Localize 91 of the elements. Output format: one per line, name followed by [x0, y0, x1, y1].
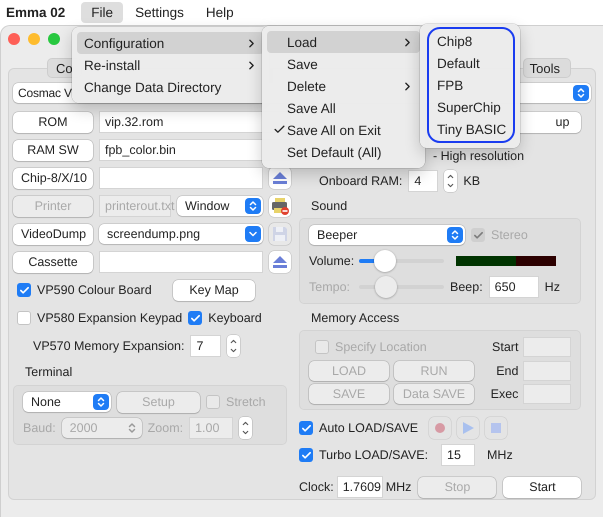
unit-label: KB — [463, 174, 480, 188]
record-button[interactable] — [429, 417, 451, 439]
play-button[interactable] — [457, 417, 479, 439]
clock-field[interactable]: 1.7609 — [336, 476, 383, 498]
chevron-down-icon — [446, 181, 456, 190]
field-label: Beep: — [450, 280, 483, 294]
chevron-down-icon — [241, 428, 250, 437]
up-down-chevron-icon — [95, 396, 107, 408]
eject-button[interactable] — [269, 167, 291, 189]
play-icon — [462, 422, 474, 434]
menu-item[interactable]: FPB — [429, 74, 513, 96]
file-button[interactable]: ROM — [13, 112, 93, 132]
menu-item[interactable]: Configuration — [77, 32, 264, 54]
checkbox-label: VP580 Expansion Keypad — [37, 311, 182, 325]
file-button[interactable]: VideoDump — [13, 224, 93, 244]
up-down-chevron-icon — [449, 229, 461, 241]
printer-button[interactable] — [269, 195, 291, 217]
group-title: Sound — [310, 199, 348, 213]
stepper[interactable] — [239, 417, 252, 439]
tab[interactable]: Tools — [522, 58, 571, 78]
number-field[interactable]: 7 — [190, 335, 222, 357]
slider-thumb[interactable] — [374, 250, 396, 272]
field-label: Exec — [490, 387, 518, 401]
beep-field[interactable]: 650 — [488, 276, 539, 298]
address-field[interactable] — [523, 384, 572, 404]
menu-title[interactable]: File — [81, 2, 124, 22]
app-name: Emma 02 — [6, 4, 66, 20]
menu-item[interactable]: Delete — [267, 75, 420, 97]
group-title: Terminal — [24, 365, 74, 379]
up-down-chevron-icon — [575, 87, 587, 99]
number-field[interactable]: 4 — [408, 170, 438, 192]
record-icon — [435, 423, 445, 433]
number-field[interactable]: 15 — [441, 444, 475, 466]
stepper[interactable] — [444, 170, 458, 192]
checkbox-label: VP590 Colour Board — [37, 283, 152, 297]
field-label: Start — [491, 340, 518, 354]
stop-icon — [491, 423, 501, 433]
checkbox[interactable] — [188, 311, 202, 325]
field-label: Onboard RAM: — [319, 174, 402, 188]
close-button[interactable] — [8, 33, 20, 45]
sound-dropdown[interactable]: Beeper — [309, 225, 465, 245]
eject-button[interactable] — [269, 251, 291, 273]
menu-title[interactable]: Help — [196, 2, 244, 22]
menu-item[interactable]: Save — [267, 53, 420, 75]
menu-item[interactable]: Chip8 — [429, 30, 513, 52]
field-label: End — [495, 364, 518, 378]
file-field[interactable] — [99, 251, 263, 273]
field-label: VP570 Memory Expansion: — [33, 339, 184, 353]
unit-label: Hz — [544, 280, 560, 294]
checkmark-icon — [273, 123, 286, 136]
file-combobox[interactable]: screendump.png — [99, 224, 263, 244]
menu-item[interactable]: Tiny BASIC — [429, 118, 513, 140]
resolution-text: - High resolution — [433, 149, 524, 163]
stop-button[interactable] — [485, 417, 507, 439]
checkbox[interactable] — [299, 448, 313, 462]
address-field[interactable] — [523, 337, 572, 357]
checkbox[interactable] — [299, 421, 313, 435]
file-field[interactable] — [99, 167, 263, 189]
field-label: Clock: — [299, 480, 334, 494]
menu-item[interactable]: Default — [429, 52, 513, 74]
menu-title[interactable]: Settings — [125, 2, 194, 22]
start-button[interactable]: Start — [503, 476, 582, 498]
checkbox[interactable] — [17, 311, 31, 325]
chevron-down-icon — [229, 346, 238, 355]
menu-item[interactable]: Change Data Directory — [77, 76, 264, 98]
zoom-button[interactable] — [48, 33, 60, 45]
minimize-button[interactable] — [28, 33, 40, 45]
unit-label: MHz — [386, 480, 412, 494]
unit-label: MHz — [487, 448, 513, 462]
address-field[interactable] — [523, 361, 572, 381]
chevron-up-icon — [446, 172, 456, 181]
printer-icon — [271, 198, 289, 214]
up-down-chevron-icon — [247, 200, 259, 212]
key-map-button[interactable]: Key Map — [173, 280, 255, 300]
file-button[interactable]: Cassette — [13, 252, 93, 272]
file-button[interactable]: Chip-8/X/10 — [13, 168, 93, 188]
menu-item[interactable]: Load — [267, 31, 420, 53]
file-button[interactable]: RAM SW — [13, 140, 93, 160]
chevron-up-icon — [229, 337, 238, 346]
save-button[interactable] — [269, 223, 291, 245]
chevron-up-icon — [241, 419, 250, 428]
stepper[interactable] — [227, 335, 240, 357]
checkbox-label: Turbo LOAD/SAVE: — [319, 448, 430, 462]
group-title: Memory Access — [310, 311, 400, 325]
eject-icon — [273, 256, 287, 268]
slider-label: Volume: — [309, 254, 353, 268]
menu-item[interactable]: SuperChip — [429, 96, 513, 118]
checkbox-label: Keyboard — [208, 311, 262, 325]
eject-icon — [273, 172, 287, 184]
checkbox-label: Auto LOAD/SAVE — [319, 421, 420, 435]
checkbox[interactable] — [17, 283, 31, 297]
